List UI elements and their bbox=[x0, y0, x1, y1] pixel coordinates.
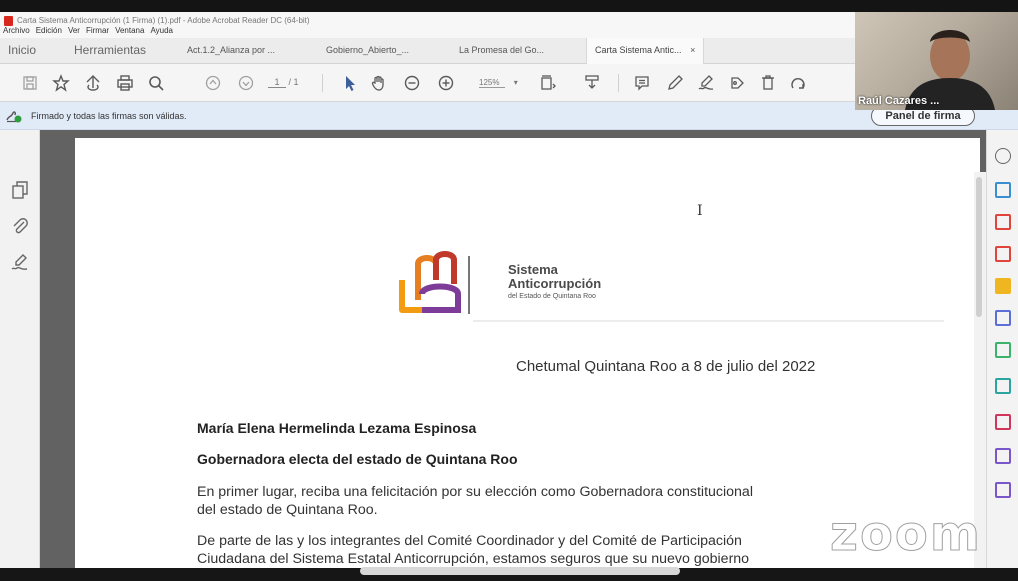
document-viewport[interactable] bbox=[40, 130, 986, 568]
menu-ventana[interactable]: Ventana bbox=[115, 26, 144, 35]
recipient-title: Gobernadora electa del estado de Quintan… bbox=[197, 451, 518, 467]
rotate-icon[interactable] bbox=[788, 73, 808, 93]
toolbar-divider bbox=[322, 74, 323, 92]
zoom-level-dropdown[interactable]: 125% ▾ bbox=[479, 78, 518, 88]
signature-status-text: Firmado y todas las firmas son válidas. bbox=[31, 111, 187, 121]
page-total: / 1 bbox=[288, 77, 299, 87]
send-for-signature-icon[interactable] bbox=[995, 448, 1011, 464]
hand-tool-icon[interactable] bbox=[369, 73, 389, 93]
header-rule bbox=[473, 320, 944, 322]
tab-inicio[interactable]: Inicio bbox=[8, 38, 36, 64]
paragraph-2-line-2: Ciudadana del Sistema Estatal Anticorrup… bbox=[197, 551, 750, 567]
menu-archivo[interactable]: Archivo bbox=[3, 26, 30, 35]
letter-date: Chetumal Quintana Roo a 8 de julio del 2… bbox=[516, 358, 816, 375]
tab-doc-alianza[interactable]: Act.1.2_Alianza por ... bbox=[187, 38, 275, 64]
signatures-panel-icon[interactable] bbox=[10, 252, 30, 272]
compress-pdf-icon[interactable] bbox=[995, 378, 1011, 394]
top-letterbox bbox=[0, 0, 1018, 12]
tools-search-icon[interactable] bbox=[995, 148, 1011, 164]
title-bar: Carta Sistema Anticorrupción (1 Firma) (… bbox=[0, 12, 860, 38]
fill-sign-icon[interactable] bbox=[995, 414, 1011, 430]
save-icon[interactable] bbox=[20, 73, 40, 93]
share-upload-icon[interactable] bbox=[83, 73, 103, 93]
tab-doc-gobierno-abierto[interactable]: Gobierno_Abierto_... bbox=[326, 38, 409, 64]
next-page-icon[interactable] bbox=[236, 73, 256, 93]
fit-page-icon[interactable] bbox=[538, 73, 558, 93]
sign-icon[interactable] bbox=[696, 73, 716, 93]
page-thumbnails-icon[interactable] bbox=[10, 180, 30, 200]
tab-label: Carta Sistema Antic... bbox=[595, 45, 682, 55]
menu-bar: Archivo Edición Ver Firmar Ventana Ayuda bbox=[3, 26, 173, 35]
organize-pages-icon[interactable] bbox=[995, 342, 1011, 358]
signature-valid-icon bbox=[6, 111, 22, 123]
logo-text-anticorrupcion: Anticorrupción bbox=[508, 276, 602, 291]
delete-trash-icon[interactable] bbox=[758, 73, 778, 93]
zoom-watermark: zoom bbox=[830, 506, 982, 563]
paragraph-1-line-1: En primer lugar, reciba una felicitación… bbox=[197, 484, 753, 500]
zoom-value: 125% bbox=[479, 78, 506, 88]
comment-tool-icon[interactable] bbox=[995, 278, 1011, 294]
menu-ver[interactable]: Ver bbox=[68, 26, 80, 35]
scroll-mode-icon[interactable] bbox=[582, 73, 602, 93]
select-cursor-icon[interactable] bbox=[340, 73, 360, 93]
export-pdf-icon[interactable] bbox=[995, 182, 1011, 198]
print-icon[interactable] bbox=[115, 73, 135, 93]
tab-bar: Inicio Herramientas Act.1.2_Alianza por … bbox=[0, 38, 860, 64]
logo-text-sistema: Sistema bbox=[508, 262, 558, 277]
window-title: Carta Sistema Anticorrupción (1 Firma) (… bbox=[17, 16, 310, 25]
create-pdf-icon[interactable] bbox=[995, 214, 1011, 230]
paragraph-2-line-1: De parte de las y los integrantes del Co… bbox=[197, 533, 742, 549]
tab-close-icon[interactable]: × bbox=[690, 45, 695, 55]
recipient-name: María Elena Hermelinda Lezama Espinosa bbox=[197, 420, 477, 436]
page-number-field[interactable]: 1 / 1 bbox=[268, 77, 299, 88]
paragraph-1-line-2: del estado de Quintana Roo. bbox=[197, 502, 378, 518]
tab-doc-promesa[interactable]: La Promesa del Go... bbox=[459, 38, 544, 64]
tab-herramientas[interactable]: Herramientas bbox=[74, 38, 146, 64]
previous-page-icon[interactable] bbox=[203, 73, 223, 93]
right-tools-pane bbox=[986, 130, 1018, 568]
menu-ayuda[interactable]: Ayuda bbox=[150, 26, 173, 35]
text-cursor-icon: I bbox=[697, 203, 703, 219]
bookmark-star-icon[interactable] bbox=[51, 73, 71, 93]
menu-firmar[interactable]: Firmar bbox=[86, 26, 109, 35]
horizontal-scrollbar-thumb[interactable] bbox=[360, 567, 680, 575]
tab-doc-carta-active[interactable]: Carta Sistema Antic... × bbox=[586, 38, 705, 64]
chevron-down-icon: ▾ bbox=[513, 78, 518, 87]
comment-icon[interactable] bbox=[632, 73, 652, 93]
zoom-out-icon[interactable] bbox=[402, 73, 422, 93]
left-navigation-pane bbox=[0, 130, 40, 568]
edit-pdf-icon[interactable] bbox=[995, 246, 1011, 262]
combine-files-icon[interactable] bbox=[995, 310, 1011, 326]
acrobat-app-icon bbox=[4, 16, 13, 26]
page-current[interactable]: 1 bbox=[268, 77, 286, 88]
search-icon[interactable] bbox=[146, 73, 166, 93]
protect-icon[interactable] bbox=[995, 482, 1011, 498]
zoom-in-icon[interactable] bbox=[436, 73, 456, 93]
vertical-scrollbar-thumb[interactable] bbox=[976, 177, 982, 317]
highlight-pen-icon[interactable] bbox=[665, 73, 685, 93]
menu-edicion[interactable]: Edición bbox=[36, 26, 62, 35]
attachments-paperclip-icon[interactable] bbox=[10, 216, 30, 236]
stamp-icon[interactable] bbox=[727, 73, 747, 93]
logo-text-estado: del Estado de Quintana Roo bbox=[508, 293, 596, 300]
toolbar-divider bbox=[618, 74, 619, 92]
participant-name-label: Raúl Cazares ... bbox=[858, 95, 940, 107]
